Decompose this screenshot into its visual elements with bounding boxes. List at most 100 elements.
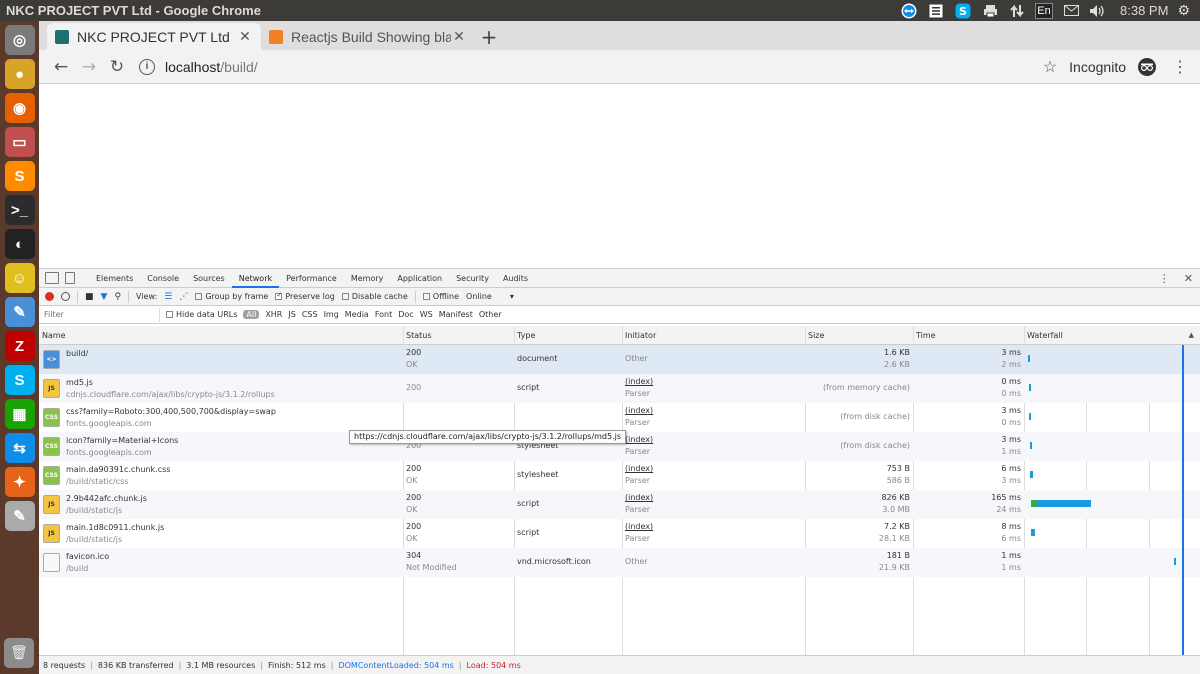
list-icon[interactable] xyxy=(927,3,945,19)
teamviewer-icon[interactable]: ⇆ xyxy=(4,433,35,463)
type-filter-js[interactable]: JS xyxy=(288,310,295,319)
mail-icon[interactable] xyxy=(1062,3,1080,19)
new-tab-button[interactable]: + xyxy=(475,23,503,50)
column-header-size[interactable]: Size xyxy=(805,326,913,345)
name-cell[interactable]: JS 2.9b442afc.chunk.js/build/static/js xyxy=(39,490,403,519)
kazam-icon[interactable]: ◐ xyxy=(4,229,35,259)
column-header-status[interactable]: Status xyxy=(403,326,514,345)
column-header-name[interactable]: Name xyxy=(39,326,403,345)
devtools-tab-security[interactable]: Security xyxy=(449,269,496,288)
name-cell[interactable]: CSS main.da90391c.chunk.css/build/static/… xyxy=(39,461,403,490)
clock[interactable]: 8:38 PM xyxy=(1116,3,1168,18)
column-header-time[interactable]: Time xyxy=(913,326,1024,345)
gear-icon[interactable]: ⚙ xyxy=(1177,3,1190,19)
column-header-waterfall[interactable]: Waterfall xyxy=(1024,326,1200,345)
devtools-tab-elements[interactable]: Elements xyxy=(89,269,140,288)
devtools-tab-network[interactable]: Network xyxy=(231,269,280,288)
skype-icon[interactable]: S xyxy=(954,3,972,19)
table-row[interactable]: <> build/200 OK document Other 1.6 KB 2.6 KB 3 … xyxy=(39,345,1200,374)
waterfall-bar[interactable] xyxy=(1029,384,1032,391)
devtools-tab-application[interactable]: Application xyxy=(390,269,449,288)
column-header-type[interactable]: Type xyxy=(514,326,622,345)
address-bar[interactable]: i localhost /build/ xyxy=(131,53,1043,81)
waterfall-bar[interactable] xyxy=(1028,355,1030,362)
type-filter-doc[interactable]: Doc xyxy=(398,310,413,319)
initiator-cell[interactable]: (index) Parser xyxy=(622,374,805,403)
column-header-initiator[interactable]: Initiator xyxy=(622,326,805,345)
record-icon[interactable] xyxy=(45,292,54,301)
filezilla-icon[interactable]: Z xyxy=(4,331,35,361)
devtools-menu-icon[interactable]: ⋮ xyxy=(1152,272,1177,285)
table-row[interactable]: CSS css?family=Roboto:300,400,500,700&dis… xyxy=(39,403,1200,432)
devtools-tab-memory[interactable]: Memory xyxy=(344,269,391,288)
back-button[interactable]: ← xyxy=(47,53,75,81)
close-tab-icon[interactable]: ✕ xyxy=(451,28,467,45)
name-cell[interactable]: JS md5.js cdnjs.cloudflare.com/ajax/libs/c… xyxy=(39,374,403,403)
files-icon[interactable]: ▭ xyxy=(4,127,35,157)
table-row[interactable]: JS 2.9b442afc.chunk.js/build/static/js 200… xyxy=(39,490,1200,519)
text-editor-icon[interactable]: ✎ xyxy=(4,297,35,327)
type-filter-other[interactable]: Other xyxy=(479,310,502,319)
skype-icon[interactable]: S xyxy=(4,365,35,395)
emoji-icon[interactable]: ☺ xyxy=(4,263,35,293)
devtools-tab-console[interactable]: Console xyxy=(140,269,186,288)
type-filter-manifest[interactable]: Manifest xyxy=(439,310,473,319)
chrome-menu-icon[interactable]: ⋮ xyxy=(1168,57,1192,77)
close-devtools-icon[interactable]: ✕ xyxy=(1177,272,1200,285)
group-by-frame-checkbox[interactable]: Group by frame xyxy=(195,292,268,301)
type-filter-font[interactable]: Font xyxy=(375,310,392,319)
type-filter-media[interactable]: Media xyxy=(345,310,369,319)
type-filter-img[interactable]: Img xyxy=(324,310,339,319)
table-row[interactable]: JS main.1d8c0911.chunk.js/build/static/js… xyxy=(39,519,1200,548)
trash-icon[interactable]: 🗑 xyxy=(4,638,34,668)
waterfall-bar[interactable] xyxy=(1029,442,1032,449)
device-toolbar-icon[interactable] xyxy=(65,272,75,284)
close-tab-icon[interactable]: ✕ xyxy=(237,28,253,45)
chrome-icon[interactable]: ● xyxy=(4,59,35,89)
inspect-element-icon[interactable] xyxy=(45,272,59,284)
compass-icon[interactable]: ✦ xyxy=(4,467,35,497)
name-cell[interactable]: JS main.1d8c0911.chunk.js/build/static/js xyxy=(39,519,403,548)
devtools-tab-sources[interactable]: Sources xyxy=(186,269,232,288)
reload-button[interactable]: ↻ xyxy=(103,53,131,81)
bookmark-star-icon[interactable]: ☆ xyxy=(1043,57,1057,77)
waterfall-bar[interactable] xyxy=(1030,500,1091,507)
type-filter-xhr[interactable]: XHR xyxy=(265,310,282,319)
overview-icon[interactable]: ⋰ xyxy=(179,292,188,302)
hide-data-urls-checkbox[interactable]: Hide data URLs xyxy=(166,310,237,319)
devtools-tab-performance[interactable]: Performance xyxy=(279,269,344,288)
throttling-select[interactable]: Online ▾ xyxy=(466,292,514,301)
initiator-cell[interactable]: (index) Parser xyxy=(622,519,805,548)
name-cell[interactable]: CSS css?family=Roboto:300,400,500,700&dis… xyxy=(39,403,403,432)
initiator-cell[interactable]: (index) Parser xyxy=(622,403,805,432)
terminal-icon[interactable]: >_ xyxy=(4,195,35,225)
type-filter-css[interactable]: CSS xyxy=(302,310,318,319)
offline-checkbox[interactable]: Offline xyxy=(422,292,459,301)
table-row[interactable]: favicon.ico/build 304 Not Modified vnd.micr… xyxy=(39,548,1200,577)
type-filter-all[interactable]: All xyxy=(243,310,260,319)
incognito-label[interactable]: Incognito xyxy=(1069,59,1126,75)
screenshot-icon[interactable]: ■ xyxy=(85,292,94,302)
sublime-text-icon[interactable]: S xyxy=(4,161,35,191)
ubuntu-dash-icon[interactable]: ◎ xyxy=(4,25,35,55)
firefox-icon[interactable]: ◉ xyxy=(4,93,35,123)
forward-button[interactable]: → xyxy=(75,53,103,81)
table-row[interactable]: JS md5.js cdnjs.cloudflare.com/ajax/libs/c… xyxy=(39,374,1200,403)
preserve-log-checkbox[interactable]: Preserve log xyxy=(275,291,335,301)
waterfall-bar[interactable] xyxy=(1029,413,1032,420)
type-filter-ws[interactable]: WS xyxy=(420,310,433,319)
filter-icon[interactable]: ▼ xyxy=(101,292,108,302)
disable-cache-checkbox[interactable]: Disable cache xyxy=(341,292,408,301)
notes-icon[interactable]: ✎ xyxy=(4,501,35,531)
volume-icon[interactable] xyxy=(1089,3,1107,19)
clear-icon[interactable] xyxy=(61,292,70,301)
devtools-tab-audits[interactable]: Audits xyxy=(496,269,535,288)
network-icon[interactable] xyxy=(1008,3,1026,19)
name-cell[interactable]: favicon.ico/build xyxy=(39,548,403,577)
name-cell[interactable]: <> build/ xyxy=(39,345,403,374)
tab-nkc-project[interactable]: NKC PROJECT PVT Ltd ✕ xyxy=(47,23,261,50)
filter-input[interactable] xyxy=(42,307,160,322)
incognito-icon[interactable] xyxy=(1138,57,1156,76)
teamviewer-icon[interactable] xyxy=(900,3,918,19)
printer-icon[interactable] xyxy=(981,3,999,19)
